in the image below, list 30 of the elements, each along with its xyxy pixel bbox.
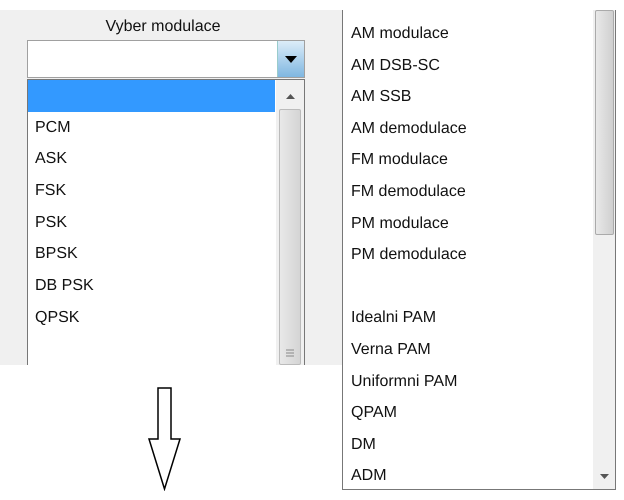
dropdown-button[interactable] — [277, 41, 304, 77]
list-item[interactable]: Idealni PAM — [343, 302, 593, 334]
list-item[interactable]: Uniformni PAM — [343, 366, 593, 398]
picker-label: Vyber modulace — [105, 18, 221, 36]
down-arrow-icon — [146, 387, 182, 491]
list-item[interactable]: PM modulace — [343, 208, 593, 240]
dropdown-option[interactable]: PSK — [28, 206, 276, 238]
scroll-down-icon[interactable] — [600, 474, 608, 479]
caret-icon — [285, 56, 297, 62]
list-item[interactable]: FM modulace — [343, 144, 593, 176]
list-item[interactable]: AM demodulace — [343, 112, 593, 144]
dropdown-option[interactable]: PCM — [28, 112, 276, 144]
dropdown-option[interactable]: ASK — [28, 143, 276, 176]
scrollbar-thumb[interactable] — [594, 10, 614, 235]
list-item[interactable]: QPAM — [343, 397, 593, 429]
scrollbar-thumb[interactable] — [279, 109, 301, 365]
list-item[interactable]: DM — [343, 428, 593, 460]
dropdown-option[interactable]: DB PSK — [28, 270, 276, 302]
list-item[interactable]: AM modulace — [343, 18, 593, 50]
list-item[interactable]: ADM — [343, 460, 593, 492]
list-item[interactable]: FM demodulace — [343, 176, 593, 208]
list-item[interactable]: AM SSB — [343, 81, 593, 113]
grip-icon — [286, 349, 294, 358]
dropdown-option[interactable]: BPSK — [28, 238, 276, 270]
dropdown-option[interactable]: QPSK — [28, 302, 276, 334]
scroll-up-icon[interactable] — [286, 94, 294, 99]
list-item[interactable]: AM DSB-SC — [343, 50, 593, 82]
list-item[interactable]: Verna PAM — [343, 334, 593, 366]
list-item[interactable]: PM demodulace — [343, 239, 593, 271]
dropdown-option[interactable]: FSK — [28, 175, 276, 207]
